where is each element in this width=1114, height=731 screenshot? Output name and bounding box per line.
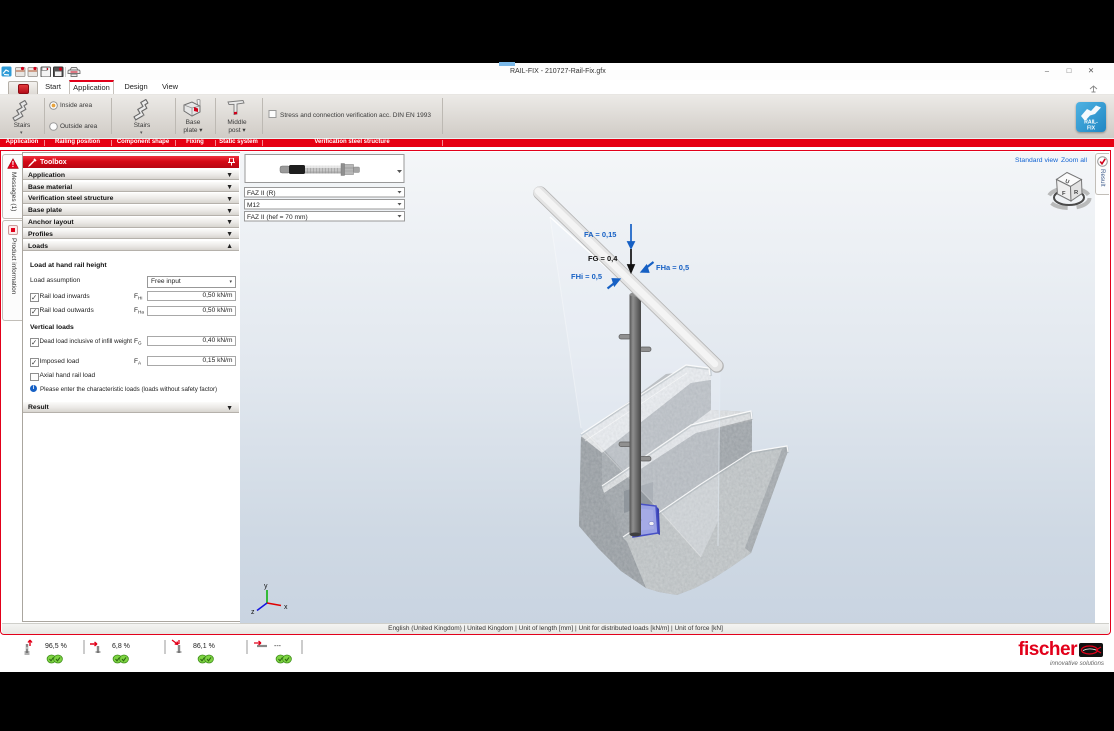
svg-text:FHi = 0,5: FHi = 0,5 — [571, 272, 602, 281]
svg-text:!: ! — [12, 160, 15, 169]
svg-text:6,8 %: 6,8 % — [112, 643, 130, 650]
svg-text:FHa = 0,5: FHa = 0,5 — [656, 263, 689, 272]
svg-text:86,1 %: 86,1 % — [193, 643, 215, 650]
svg-text:y: y — [264, 583, 268, 590]
svg-text:---: --- — [274, 643, 282, 650]
svg-text:x: x — [284, 604, 288, 611]
svg-text:FA = 0,15: FA = 0,15 — [584, 230, 616, 239]
svg-text:Zoom all: Zoom all — [1061, 157, 1088, 164]
svg-text:Standard view: Standard view — [1015, 157, 1058, 164]
svg-text:FIX: FIX — [1087, 126, 1096, 132]
svg-text:M12: M12 — [247, 202, 260, 209]
svg-text:z: z — [251, 609, 255, 616]
svg-text:F: F — [1062, 191, 1066, 197]
svg-text:FG = 0,4: FG = 0,4 — [588, 254, 618, 263]
svg-text:96,5 %: 96,5 % — [45, 643, 67, 650]
svg-text:FAZ II (hef = 70 mm): FAZ II (hef = 70 mm) — [247, 214, 308, 221]
svg-text:FAZ II (R): FAZ II (R) — [247, 190, 276, 197]
